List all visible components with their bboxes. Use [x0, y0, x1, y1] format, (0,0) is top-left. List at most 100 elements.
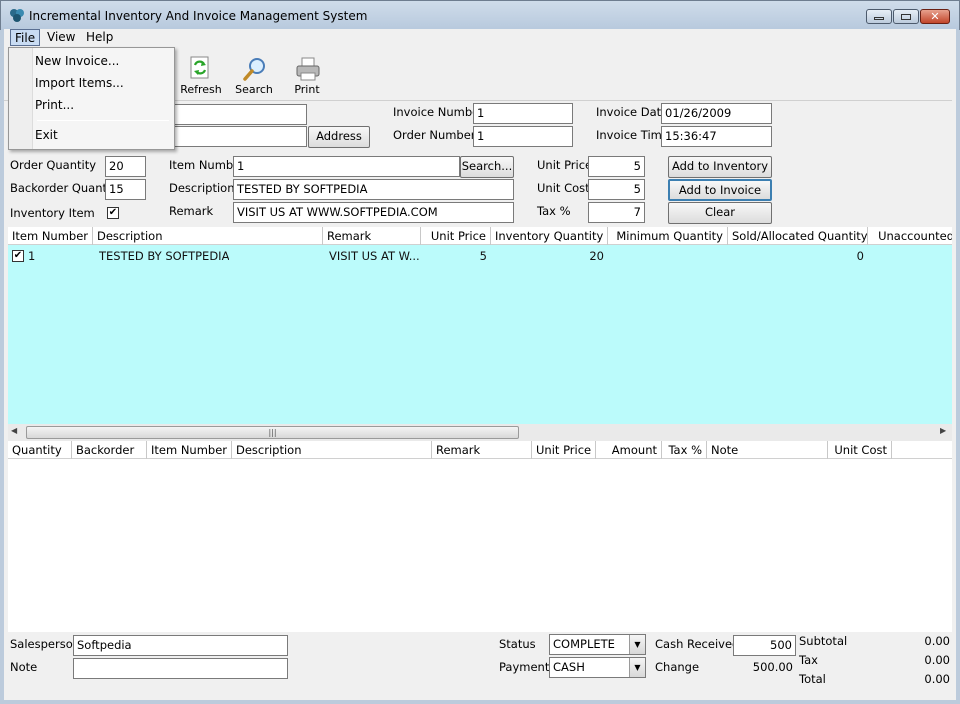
- subtotal-label: Subtotal: [799, 634, 848, 648]
- inventory-grid[interactable]: Item Number Description Remark Unit Pric…: [8, 227, 952, 424]
- scroll-left-icon[interactable]: ◀: [11, 426, 17, 435]
- print-label: Print: [294, 83, 320, 96]
- chevron-down-icon[interactable]: ▼: [629, 658, 645, 677]
- column-header[interactable]: Description: [232, 441, 432, 459]
- printer-icon: [296, 57, 320, 81]
- order-quantity-label: Order Quantity: [10, 158, 97, 172]
- horizontal-scrollbar[interactable]: ◀ ||| ▶: [8, 424, 952, 441]
- menu-item-print[interactable]: Print...: [35, 98, 74, 112]
- order-quantity-field[interactable]: 20: [105, 156, 146, 177]
- column-header[interactable]: Tax %: [662, 441, 707, 459]
- payment-value: CASH: [553, 660, 585, 674]
- add-to-invoice-button[interactable]: Add to Invoice: [668, 179, 772, 201]
- salesperson-field[interactable]: Softpedia: [73, 635, 288, 656]
- column-header[interactable]: Unit Price: [532, 441, 596, 459]
- column-header[interactable]: Note: [707, 441, 828, 459]
- tax-field[interactable]: 7: [588, 202, 645, 223]
- column-header[interactable]: Sold/Allocated Quantity: [728, 227, 868, 245]
- close-button[interactable]: ✕: [920, 9, 950, 24]
- window-title: Incremental Inventory And Invoice Manage…: [29, 9, 368, 23]
- invoice-date-label: Invoice Date: [596, 105, 669, 119]
- status-select[interactable]: COMPLETE ▼: [549, 634, 646, 655]
- search-icon: [243, 58, 265, 81]
- scrollbar-thumb[interactable]: |||: [26, 426, 519, 439]
- column-header[interactable]: Remark: [323, 227, 421, 245]
- unit-cost-label: Unit Cost: [537, 181, 590, 195]
- column-header[interactable]: Quantity: [8, 441, 72, 459]
- change-value: 500.00: [752, 660, 793, 674]
- print-button[interactable]: Print: [282, 52, 332, 98]
- invoice-time-label: Invoice Time: [596, 128, 669, 142]
- minimize-button[interactable]: [866, 9, 892, 24]
- invoice-number-field[interactable]: 1: [473, 103, 573, 124]
- description-field[interactable]: TESTED BY SOFTPEDIA: [233, 179, 514, 200]
- search-button[interactable]: Search: [229, 52, 279, 98]
- menu-item-exit[interactable]: Exit: [35, 128, 58, 142]
- menu-item-import-items[interactable]: Import Items...: [35, 76, 124, 90]
- cell-unit-price: 5: [479, 249, 487, 263]
- column-header[interactable]: Minimum Quantity: [608, 227, 728, 245]
- cash-received-field[interactable]: 500: [733, 635, 796, 656]
- file-menu-dropdown: New Invoice... Import Items... Print... …: [8, 47, 175, 150]
- order-number-field[interactable]: 1: [473, 126, 573, 147]
- add-to-inventory-button[interactable]: Add to Inventory: [668, 156, 772, 178]
- menu-gutter: [9, 48, 33, 149]
- unit-cost-field[interactable]: 5: [588, 179, 645, 200]
- note-field[interactable]: [73, 658, 288, 679]
- row-checkbox[interactable]: ✔: [12, 250, 24, 262]
- item-search-button[interactable]: Search...: [460, 156, 514, 178]
- menu-file[interactable]: File: [10, 29, 41, 46]
- maximize-button[interactable]: [893, 9, 919, 24]
- column-header[interactable]: Unit Cost: [828, 441, 892, 459]
- chevron-down-icon[interactable]: ▼: [629, 635, 645, 654]
- inventory-item-label: Inventory Item: [10, 206, 95, 220]
- cell-sold-allocated: 0: [856, 249, 864, 263]
- invoice-grid[interactable]: Quantity Backorder Item Number Descripti…: [8, 441, 952, 632]
- customer-name-field[interactable]: [174, 104, 307, 125]
- customer-info-field[interactable]: [174, 126, 307, 147]
- column-header[interactable]: Unit Price: [421, 227, 491, 245]
- payment-select[interactable]: CASH ▼: [549, 657, 646, 678]
- clear-button[interactable]: Clear: [668, 202, 772, 224]
- note-label: Note: [10, 660, 38, 674]
- menu-item-new-invoice[interactable]: New Invoice...: [35, 54, 119, 68]
- refresh-button[interactable]: Refresh: [176, 52, 226, 98]
- salesperson-label: Salesperson: [10, 637, 81, 651]
- order-number-label: Order Number: [393, 128, 476, 142]
- column-header[interactable]: Item Number: [8, 227, 93, 245]
- column-header[interactable]: Remark: [432, 441, 532, 459]
- column-header[interactable]: Unaccounted: [868, 227, 952, 245]
- column-header[interactable]: Inventory Quantity: [491, 227, 608, 245]
- status-value: COMPLETE: [553, 637, 615, 651]
- app-icon: [10, 9, 24, 22]
- status-label: Status: [499, 637, 536, 651]
- payment-label: Payment: [499, 660, 550, 674]
- cell-description: TESTED BY SOFTPEDIA: [99, 249, 230, 263]
- address-button[interactable]: Address: [308, 126, 370, 148]
- refresh-label: Refresh: [180, 83, 222, 96]
- unit-price-label: Unit Price: [537, 158, 593, 172]
- unit-price-field[interactable]: 5: [588, 156, 645, 177]
- item-number-field[interactable]: 1: [233, 156, 460, 177]
- table-row[interactable]: ✔ 1 TESTED BY SOFTPEDIA VISIT US AT W...…: [8, 247, 952, 265]
- menu-view[interactable]: View: [43, 29, 79, 46]
- inventory-item-checkbox[interactable]: ✔: [107, 207, 119, 219]
- inventory-grid-header: Item Number Description Remark Unit Pric…: [8, 227, 952, 245]
- column-header[interactable]: Item Number: [147, 441, 232, 459]
- menu-help[interactable]: Help: [82, 29, 117, 46]
- tax-label: Tax %: [537, 204, 571, 218]
- column-header[interactable]: Backorder: [72, 441, 147, 459]
- column-header[interactable]: Description: [93, 227, 323, 245]
- column-header[interactable]: Amount: [596, 441, 662, 459]
- scroll-right-icon[interactable]: ▶: [940, 426, 946, 435]
- invoice-date-field[interactable]: 01/26/2009: [661, 103, 772, 124]
- total-label: Total: [799, 672, 826, 686]
- menu-separator: [37, 120, 169, 121]
- invoice-grid-header: Quantity Backorder Item Number Descripti…: [8, 441, 952, 459]
- backorder-quantity-field[interactable]: 15: [105, 179, 146, 200]
- menu-bar: [4, 29, 956, 47]
- invoice-time-field[interactable]: 15:36:47: [661, 126, 772, 147]
- minimize-icon: [874, 17, 884, 20]
- tax-total-value: 0.00: [924, 653, 950, 667]
- remark-field[interactable]: VISIT US AT WWW.SOFTPEDIA.COM: [233, 202, 514, 223]
